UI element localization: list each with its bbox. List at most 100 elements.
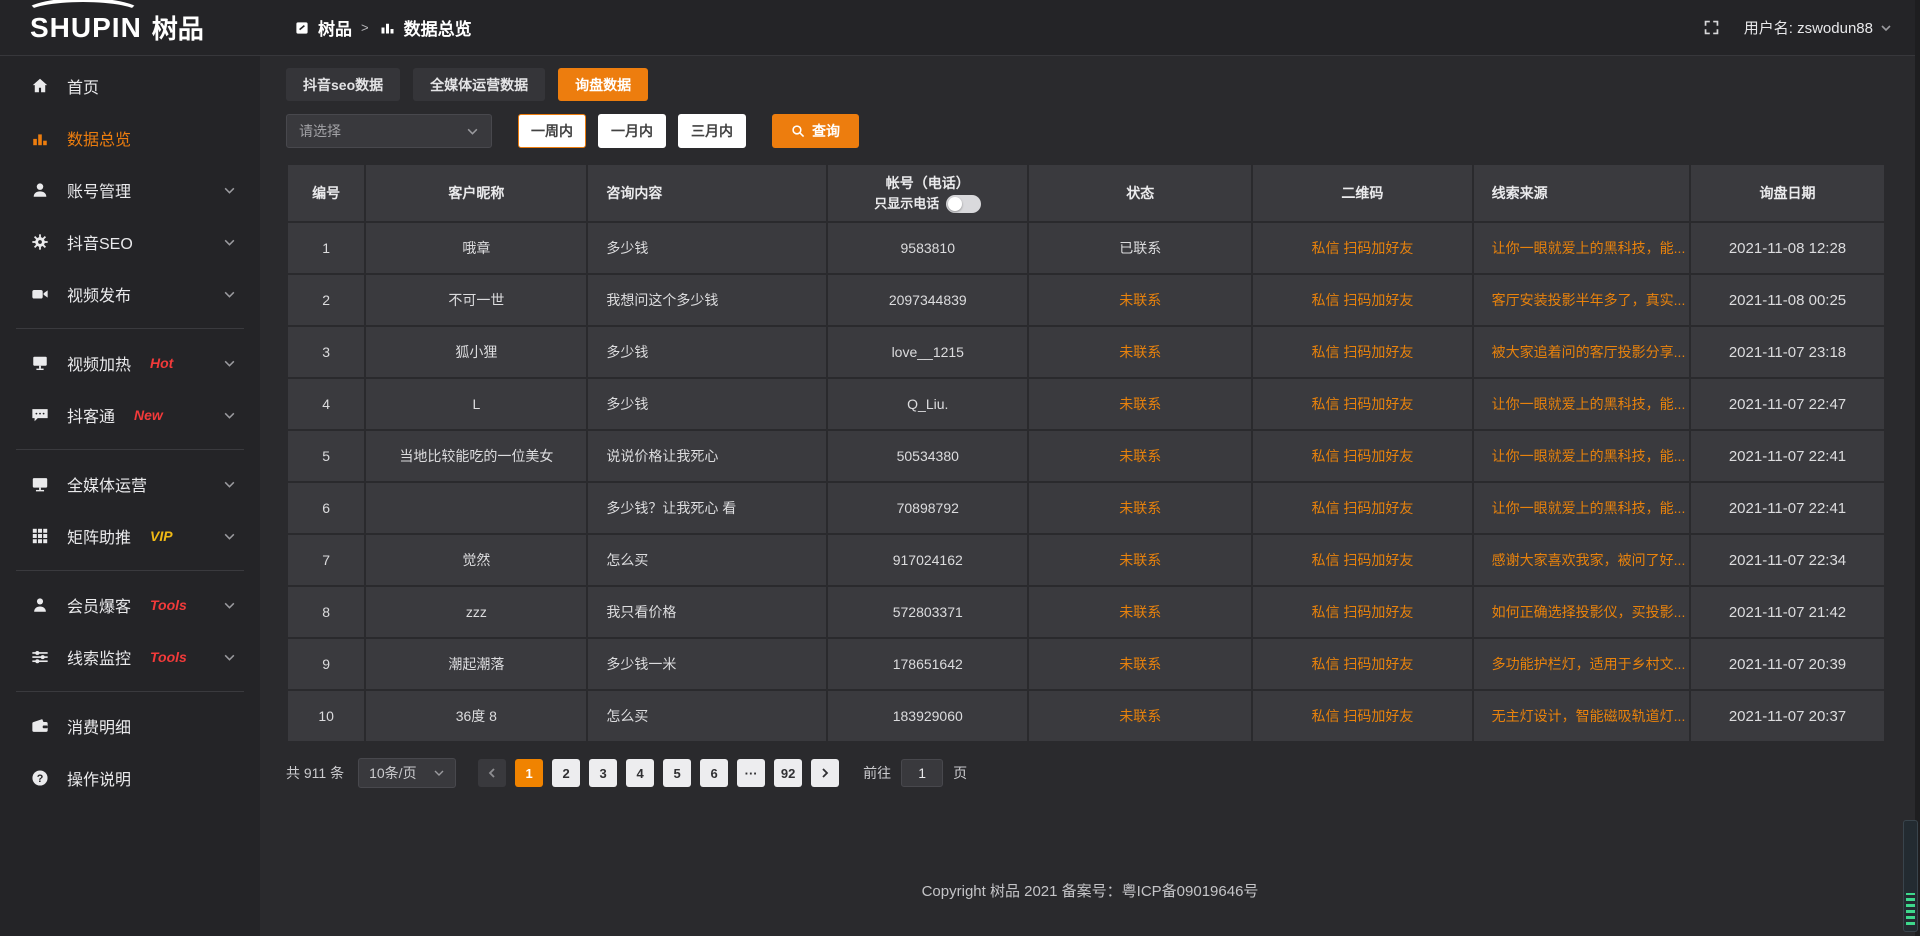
sidebar-item-douyin-seo[interactable]: 抖音SEO bbox=[0, 216, 260, 268]
sidebar-item-label: 会员爆客 bbox=[67, 593, 131, 617]
breadcrumb-item-home[interactable]: 树品 bbox=[292, 15, 352, 40]
wallet-icon bbox=[30, 716, 50, 736]
cell-no: 7 bbox=[287, 534, 365, 586]
sidebar-item-account-management[interactable]: 账号管理 bbox=[0, 164, 260, 216]
cell-nickname: 狐小狸 bbox=[365, 326, 587, 378]
inquiry-table: 编号 客户昵称 咨询内容 帐号（电话） 只显示电话 状态 bbox=[286, 163, 1886, 743]
frame: 首页 数据总览 账号管理 抖音SEO 视频发布 bbox=[0, 56, 1920, 936]
cell-no: 5 bbox=[287, 430, 365, 482]
prev-page-button[interactable] bbox=[478, 759, 506, 787]
sidebar-divider bbox=[16, 691, 244, 692]
tab-douyin-seo-data[interactable]: 抖音seo数据 bbox=[286, 68, 400, 101]
col-header-status: 状态 bbox=[1028, 164, 1252, 222]
page-button-5[interactable]: 5 bbox=[663, 759, 691, 787]
col-header-content: 咨询内容 bbox=[587, 164, 827, 222]
chevron-down-icon bbox=[223, 236, 236, 249]
cell-source-link[interactable]: 感谢大家喜欢我家，被问了好... bbox=[1473, 534, 1690, 586]
search-icon bbox=[791, 124, 805, 138]
sidebar-item-home[interactable]: 首页 bbox=[0, 60, 260, 112]
page-button-3[interactable]: 3 bbox=[589, 759, 617, 787]
content: 抖音seo数据 全媒体运营数据 询盘数据 请选择 一周内 一月内 三月内 查询 bbox=[260, 56, 1920, 850]
cell-qrcode-links[interactable]: 私信 扫码加好友 bbox=[1252, 326, 1473, 378]
sidebar-item-omnimedia[interactable]: 全媒体运营 bbox=[0, 458, 260, 510]
query-button[interactable]: 查询 bbox=[772, 114, 859, 148]
sidebar-item-data-overview[interactable]: 数据总览 bbox=[0, 112, 260, 164]
page-button-92[interactable]: 92 bbox=[774, 759, 802, 787]
page-button-1[interactable]: 1 bbox=[515, 759, 543, 787]
cell-content: 多少钱 bbox=[587, 222, 827, 274]
breadcrumb-label: 数据总览 bbox=[404, 15, 472, 40]
cell-qrcode-links[interactable]: 私信 扫码加好友 bbox=[1252, 638, 1473, 690]
page-ellipsis-button[interactable]: ··· bbox=[737, 759, 765, 787]
page-size-select[interactable]: 10条/页 bbox=[358, 758, 456, 788]
cell-qrcode-links[interactable]: 私信 扫码加好友 bbox=[1252, 274, 1473, 326]
brand-logo[interactable]: SHUPIN 树品 bbox=[0, 14, 260, 42]
period-button-month[interactable]: 一月内 bbox=[598, 114, 666, 148]
total-count-label: 共 911 条 bbox=[286, 763, 344, 783]
sidebar-item-help[interactable]: ? 操作说明 bbox=[0, 752, 260, 804]
cell-date: 2021-11-07 22:34 bbox=[1690, 534, 1885, 586]
cell-account: 2097344839 bbox=[827, 274, 1028, 326]
toggle-knob bbox=[948, 197, 962, 211]
page-button-4[interactable]: 4 bbox=[626, 759, 654, 787]
sidebar-item-douketong[interactable]: 抖客通 New bbox=[0, 389, 260, 441]
cell-date: 2021-11-08 00:25 bbox=[1690, 274, 1885, 326]
page-button-2[interactable]: 2 bbox=[552, 759, 580, 787]
logo-arc-icon bbox=[24, 0, 142, 28]
sidebar: 首页 数据总览 账号管理 抖音SEO 视频发布 bbox=[0, 56, 260, 936]
video-icon bbox=[30, 284, 50, 304]
user-menu[interactable]: 用户名: zswodun88 bbox=[1744, 17, 1892, 38]
cell-content: 多少钱一米 bbox=[587, 638, 827, 690]
cell-source-link[interactable]: 被大家追着问的客厅投影分享... bbox=[1473, 326, 1690, 378]
table-row: 2 不可一世 我想问这个多少钱 2097344839 未联系 私信 扫码加好友 … bbox=[287, 274, 1885, 326]
filter-select[interactable]: 请选择 bbox=[286, 114, 492, 148]
cell-qrcode-links[interactable]: 私信 扫码加好友 bbox=[1252, 430, 1473, 482]
cell-source-link[interactable]: 无主灯设计，智能磁吸轨道灯... bbox=[1473, 690, 1690, 742]
breadcrumb-item-current[interactable]: 数据总览 bbox=[378, 15, 472, 40]
cell-source-link[interactable]: 如何正确选择投影仪，买投影... bbox=[1473, 586, 1690, 638]
next-page-button[interactable] bbox=[811, 759, 839, 787]
period-button-week[interactable]: 一周内 bbox=[518, 114, 586, 148]
cell-content: 多少钱 bbox=[587, 378, 827, 430]
cell-source-link[interactable]: 让你一眼就爱上的黑科技，能... bbox=[1473, 430, 1690, 482]
goto-page-input[interactable] bbox=[901, 759, 943, 787]
cell-source-link[interactable]: 客厅安装投影半年多了，真实... bbox=[1473, 274, 1690, 326]
fullscreen-icon[interactable] bbox=[1703, 19, 1720, 36]
cell-qrcode-links[interactable]: 私信 扫码加好友 bbox=[1252, 534, 1473, 586]
tab-omnimedia-data[interactable]: 全媒体运营数据 bbox=[413, 68, 545, 101]
sidebar-item-lead-monitor[interactable]: 线索监控 Tools bbox=[0, 631, 260, 683]
tab-inquiry-data[interactable]: 询盘数据 bbox=[558, 68, 648, 101]
cell-qrcode-links[interactable]: 私信 扫码加好友 bbox=[1252, 586, 1473, 638]
cell-qrcode-links[interactable]: 私信 扫码加好友 bbox=[1252, 482, 1473, 534]
cell-source-link[interactable]: 多功能护栏灯，适用于乡村文... bbox=[1473, 638, 1690, 690]
sidebar-item-video-publish[interactable]: 视频发布 bbox=[0, 268, 260, 320]
sidebar-item-video-heating[interactable]: 视频加热 Hot bbox=[0, 337, 260, 389]
sidebar-item-member-burst[interactable]: 会员爆客 Tools bbox=[0, 579, 260, 631]
period-button-quarter[interactable]: 三月内 bbox=[678, 114, 746, 148]
scrollbar[interactable] bbox=[1915, 0, 1920, 936]
cell-qrcode-links[interactable]: 私信 扫码加好友 bbox=[1252, 690, 1473, 742]
query-button-label: 查询 bbox=[812, 121, 840, 141]
sidebar-item-label: 操作说明 bbox=[67, 766, 131, 790]
cell-nickname: 36度 8 bbox=[365, 690, 587, 742]
sidebar-item-spending-detail[interactable]: 消费明细 bbox=[0, 700, 260, 752]
cell-source-link[interactable]: 让你一眼就爱上的黑科技，能... bbox=[1473, 222, 1690, 274]
cell-nickname: 潮起潮落 bbox=[365, 638, 587, 690]
cell-qrcode-links[interactable]: 私信 扫码加好友 bbox=[1252, 222, 1473, 274]
cell-qrcode-links[interactable]: 私信 扫码加好友 bbox=[1252, 378, 1473, 430]
cell-status: 未联系 bbox=[1028, 326, 1252, 378]
filter-select-placeholder: 请选择 bbox=[299, 121, 341, 141]
page-button-6[interactable]: 6 bbox=[700, 759, 728, 787]
cell-source-link[interactable]: 让你一眼就爱上的黑科技，能... bbox=[1473, 482, 1690, 534]
phone-only-toggle[interactable] bbox=[946, 195, 981, 213]
cell-source-link[interactable]: 让你一眼就爱上的黑科技，能... bbox=[1473, 378, 1690, 430]
sidebar-item-matrix-boost[interactable]: 矩阵助推 VIP bbox=[0, 510, 260, 562]
cell-nickname: zzz bbox=[365, 586, 587, 638]
main: 抖音seo数据 全媒体运营数据 询盘数据 请选择 一周内 一月内 三月内 查询 bbox=[260, 56, 1920, 936]
table-row: 6 多少钱？让我死心 看 70898792 未联系 私信 扫码加好友 让你一眼就… bbox=[287, 482, 1885, 534]
member-icon bbox=[30, 595, 50, 615]
cell-account: 50534380 bbox=[827, 430, 1028, 482]
cell-no: 10 bbox=[287, 690, 365, 742]
cell-no: 9 bbox=[287, 638, 365, 690]
cell-no: 4 bbox=[287, 378, 365, 430]
